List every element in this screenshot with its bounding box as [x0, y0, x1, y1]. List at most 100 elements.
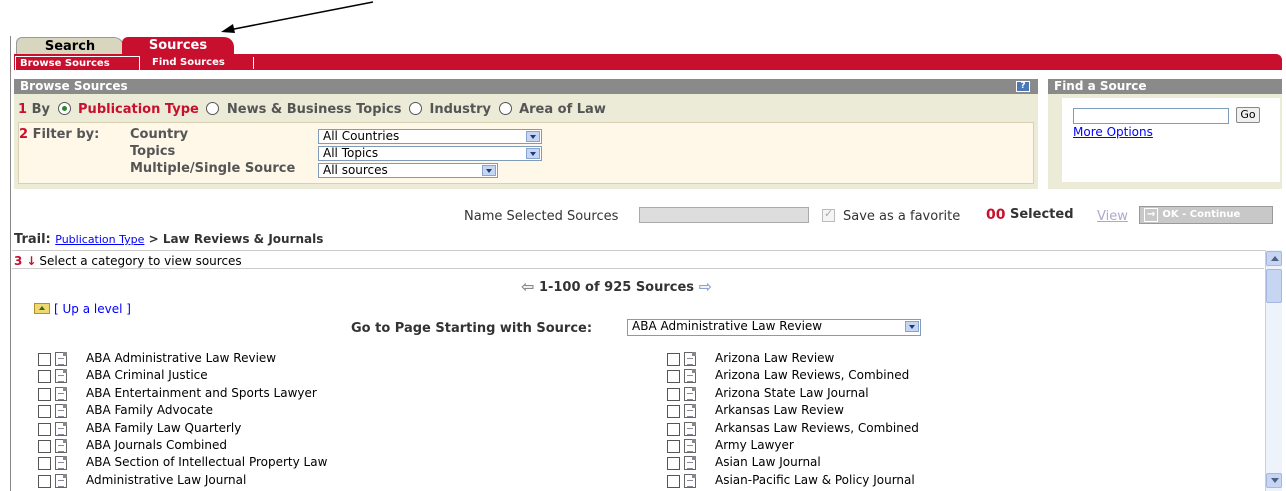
list-item: Arizona Law Review	[667, 350, 919, 367]
country-select[interactable]: All Countries	[318, 129, 542, 144]
source-checkbox[interactable]	[38, 405, 51, 419]
source-checkbox[interactable]	[38, 370, 51, 384]
left-border	[10, 36, 11, 491]
trail-current: > Law Reviews & Journals	[144, 232, 324, 246]
radio-industry[interactable]	[408, 102, 422, 115]
source-name: ABA Family Law Quarterly	[86, 420, 242, 435]
document-icon	[55, 404, 67, 419]
tab-sources[interactable]: Sources	[122, 37, 234, 55]
scroll-up-icon[interactable]	[1266, 251, 1282, 266]
save-favorite-label: Save as a favorite	[843, 209, 961, 224]
browse-sources-header: Browse Sources	[14, 79, 1038, 94]
option-news-business-topics-label: News & Business Topics	[226, 102, 402, 117]
radio-publication-type[interactable]	[57, 102, 71, 115]
document-icon	[684, 386, 696, 401]
source-checkbox[interactable]	[667, 370, 680, 384]
source-checkbox[interactable]	[667, 474, 680, 488]
folder-up-icon	[34, 303, 50, 314]
view-link[interactable]: View	[1097, 209, 1128, 224]
source-checkbox[interactable]	[667, 439, 680, 453]
source-name: ABA Administrative Law Review	[86, 351, 277, 365]
help-icon[interactable]: ?	[1016, 81, 1030, 92]
source-checkbox[interactable]	[38, 387, 51, 401]
source-name: ABA Entertainment and Sports Lawyer	[86, 385, 317, 400]
find-source-input[interactable]	[1073, 108, 1229, 124]
source-checkbox[interactable]	[667, 353, 680, 366]
more-options-link[interactable]: More Options	[1073, 125, 1153, 139]
source-checkbox[interactable]	[667, 457, 680, 471]
list-item: Arizona Law Reviews, Combined	[667, 367, 919, 384]
source-name: Administrative Law Journal	[86, 472, 247, 487]
filter-topics-label: Topics	[130, 144, 176, 159]
divider	[12, 250, 1282, 251]
source-checkbox[interactable]	[667, 405, 680, 419]
subtab-separator	[253, 57, 254, 69]
document-icon	[684, 473, 696, 488]
subtab-browse-sources[interactable]: Browse Sources	[15, 56, 140, 70]
goto-page-select[interactable]: ABA Administrative Law Review	[627, 319, 921, 336]
subtab-find-sources[interactable]: Find Sources	[148, 56, 229, 70]
source-name: Asian-Pacific Law & Policy Journal	[715, 472, 915, 487]
by-row: 1 By Publication Type News & Business To…	[18, 102, 606, 117]
source-checkbox[interactable]	[38, 422, 51, 436]
arrow-down-icon: ↓	[26, 254, 37, 268]
source-checkbox[interactable]	[38, 353, 51, 366]
source-type-select-value: All sources	[323, 163, 388, 177]
source-checkbox[interactable]	[667, 387, 680, 401]
document-icon	[55, 438, 67, 453]
tab-search[interactable]: Search	[16, 37, 124, 55]
ok-continue-button[interactable]: → OK - Continue	[1139, 206, 1273, 224]
document-icon	[55, 473, 67, 488]
up-level-link[interactable]: [ Up a level ]	[34, 302, 131, 316]
filter-by-text: Filter by:	[32, 127, 100, 142]
option-publication-type-label: Publication Type	[78, 102, 199, 117]
save-favorite-checkbox[interactable]	[822, 207, 835, 222]
source-list-right: Arizona Law Review Arizona Law Reviews, …	[667, 350, 919, 489]
go-button[interactable]: Go	[1236, 107, 1260, 123]
documents-icon	[684, 369, 696, 384]
list-item: Army Lawyer	[667, 437, 919, 454]
radio-news-business-topics[interactable]	[206, 102, 220, 115]
list-item: Arkansas Law Review	[667, 402, 919, 419]
name-selected-label: Name Selected Sources	[464, 209, 619, 224]
chevron-down-icon	[905, 321, 919, 332]
prev-page-icon[interactable]: ⇦	[521, 277, 534, 296]
list-item: Administrative Law Journal	[38, 472, 327, 489]
source-checkbox[interactable]	[667, 422, 680, 436]
name-selected-input[interactable]	[639, 207, 809, 223]
scroll-down-icon[interactable]	[1266, 473, 1282, 488]
document-icon	[684, 456, 696, 471]
document-icon	[684, 438, 696, 453]
step-3-number: 3	[14, 254, 23, 268]
list-item: ABA Criminal Justice	[38, 367, 327, 384]
list-item: Asian Law Journal	[667, 454, 919, 471]
chevron-down-icon	[482, 165, 496, 176]
list-item: ABA Family Law Quarterly	[38, 420, 327, 437]
list-item: ABA Journals Combined	[38, 437, 327, 454]
source-name: ABA Family Advocate	[86, 403, 213, 418]
filter-country-label: Country	[130, 127, 189, 142]
option-industry-label: Industry	[429, 102, 492, 117]
source-type-select[interactable]: All sources	[318, 163, 498, 178]
step-3-text: Select a category to view sources	[39, 254, 242, 268]
up-level-label: [ Up a level ]	[54, 302, 131, 316]
step-1-number: 1	[18, 102, 28, 117]
list-item: ABA Entertainment and Sports Lawyer	[38, 385, 327, 402]
breadcrumb: Trail: Publication Type > Law Reviews & …	[14, 232, 323, 247]
topics-select[interactable]: All Topics	[318, 146, 542, 161]
trail-link-publication-type[interactable]: Publication Type	[55, 233, 144, 246]
source-name: Arkansas Law Reviews, Combined	[715, 420, 919, 435]
scrollbar-thumb[interactable]	[1266, 269, 1282, 303]
list-item: Arizona State Law Journal	[667, 385, 919, 402]
chevron-down-icon	[526, 131, 540, 142]
source-checkbox[interactable]	[38, 474, 51, 488]
source-checkbox[interactable]	[38, 439, 51, 453]
radio-area-of-law[interactable]	[498, 102, 512, 115]
source-checkbox[interactable]	[38, 457, 51, 471]
list-item: Arkansas Law Reviews, Combined	[667, 420, 919, 437]
divider	[12, 268, 1264, 269]
arrow-right-icon: →	[1144, 208, 1159, 222]
source-name: Army Lawyer	[715, 437, 794, 452]
next-page-icon[interactable]: ⇨	[699, 277, 712, 296]
pager: ⇦ 1-100 of 925 Sources ⇨	[521, 277, 712, 296]
